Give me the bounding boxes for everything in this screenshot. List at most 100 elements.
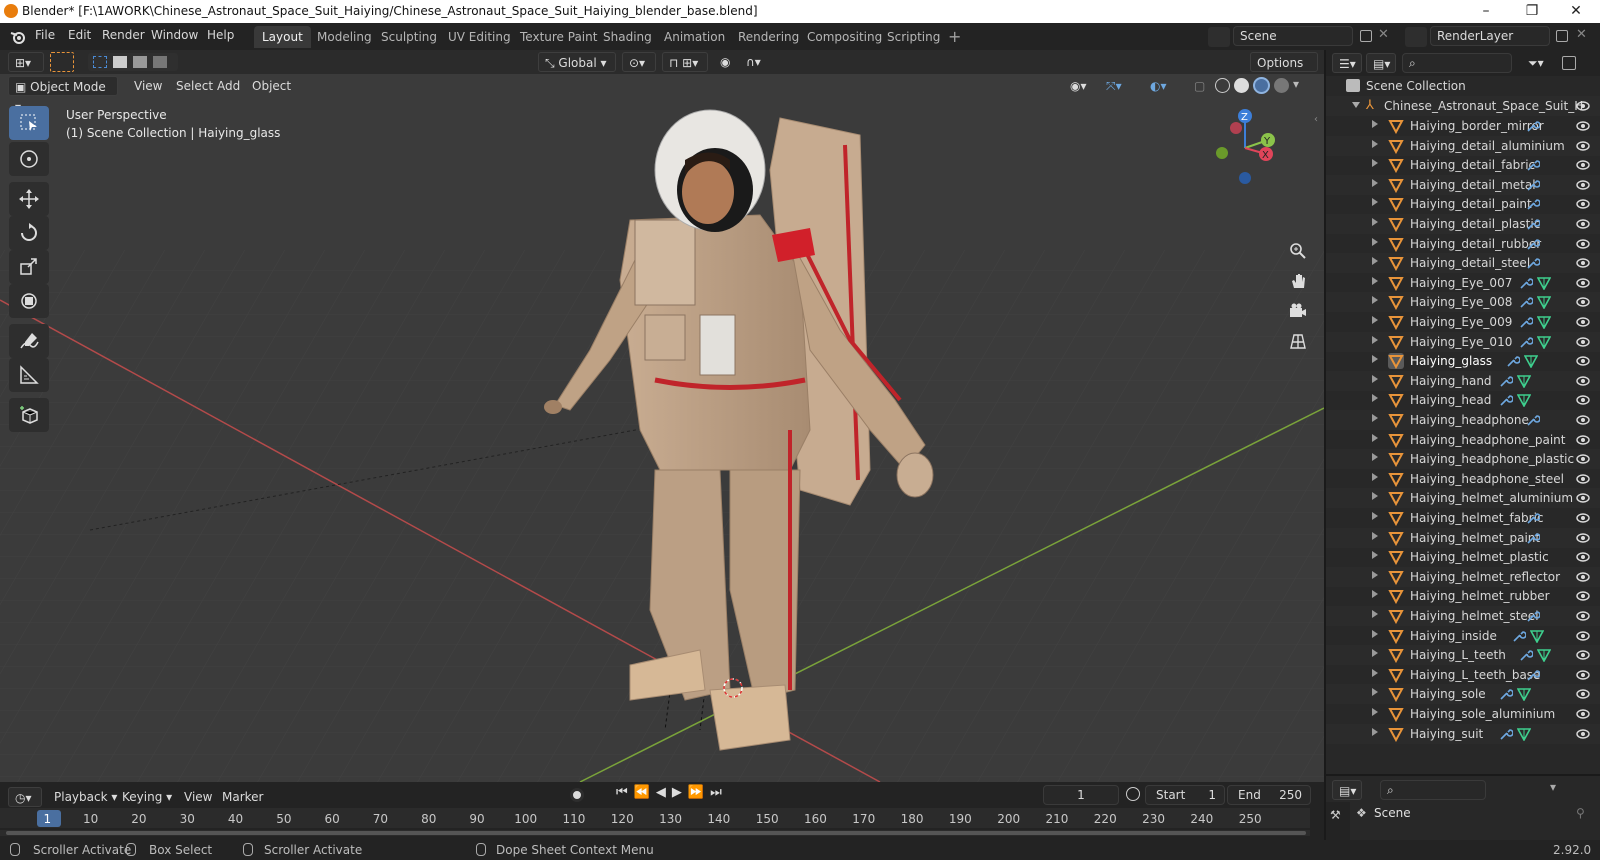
- timeline-editor-type-button[interactable]: ◷▾: [8, 787, 42, 807]
- tab-texture-paint[interactable]: Texture Paint: [512, 26, 605, 48]
- menu-file[interactable]: File: [35, 28, 55, 42]
- tool-cursor[interactable]: [9, 142, 49, 176]
- expand-arrow-icon[interactable]: [1372, 335, 1378, 344]
- modifier-wrench-icon[interactable]: [1499, 687, 1514, 701]
- scene-name-field[interactable]: Scene: [1233, 26, 1353, 46]
- modifier-wrench-icon[interactable]: [1526, 413, 1540, 427]
- camera-view-button[interactable]: [1284, 298, 1312, 324]
- modifier-wrench-icon[interactable]: [1506, 354, 1520, 368]
- transform-orientation-dropdown[interactable]: ⤡ Global ▾: [538, 52, 616, 72]
- stopwatch-icon[interactable]: [1126, 787, 1140, 801]
- select-tool-icon[interactable]: [50, 52, 74, 72]
- eye-icon[interactable]: [1576, 198, 1590, 210]
- eye-icon[interactable]: [1576, 610, 1590, 622]
- expand-arrow-icon[interactable]: [1372, 316, 1378, 324]
- outliner-item[interactable]: Haiying_detail_plastic: [1326, 214, 1600, 234]
- zoom-button[interactable]: [1284, 238, 1312, 264]
- mesh-data-icon[interactable]: [1530, 629, 1545, 643]
- outliner-item[interactable]: Haiying_Eye_007: [1326, 273, 1600, 293]
- modifier-wrench-icon[interactable]: [1526, 119, 1540, 133]
- scene-browse-icon[interactable]: [1208, 27, 1230, 47]
- outliner-item[interactable]: Haiying_headphone_steel: [1326, 469, 1600, 489]
- outliner-search-input[interactable]: ⌕: [1402, 53, 1512, 73]
- add-workspace-icon[interactable]: +: [948, 27, 961, 46]
- tool-measure[interactable]: [9, 358, 49, 392]
- outliner-item[interactable]: Haiying_sole_aluminium: [1326, 704, 1600, 724]
- expand-arrow-icon[interactable]: [1372, 629, 1378, 638]
- mesh-data-icon[interactable]: [1537, 295, 1551, 310]
- outliner-item[interactable]: Haiying_helmet_rubber: [1326, 586, 1600, 606]
- eye-icon[interactable]: [1576, 434, 1590, 446]
- modifier-wrench-icon[interactable]: [1526, 197, 1540, 211]
- modifier-wrench-icon[interactable]: [1499, 374, 1514, 388]
- outliner-item[interactable]: Haiying_helmet_plastic: [1326, 547, 1600, 567]
- view-layer-browse-icon[interactable]: [1405, 27, 1427, 47]
- outliner-item[interactable]: Haiying_hand: [1326, 370, 1600, 391]
- modifier-wrench-icon[interactable]: [1526, 178, 1540, 192]
- eye-icon[interactable]: [1576, 532, 1590, 544]
- outliner-item[interactable]: Haiying_headphone_plastic: [1326, 449, 1600, 470]
- viewport-3d[interactable]: ⊞▾ ⤡ Global ▾ ⊙▾ ⊓ ⊞▾ ◉ ∩▾ Options ▾ ▣ O…: [0, 50, 1324, 782]
- outliner-item[interactable]: Haiying_helmet_reflector: [1326, 566, 1600, 587]
- outliner-item[interactable]: Haiying_suit: [1326, 723, 1600, 744]
- modifier-wrench-icon[interactable]: [1526, 158, 1540, 172]
- overlays-toggle-icon[interactable]: ◐▾: [1144, 76, 1173, 96]
- tool-rotate[interactable]: [9, 216, 49, 250]
- delete-scene-icon[interactable]: ✕: [1378, 27, 1389, 42]
- eye-icon[interactable]: [1576, 238, 1590, 250]
- outliner-item[interactable]: Haiying_glass: [1326, 351, 1600, 371]
- modifier-wrench-icon[interactable]: [1526, 511, 1540, 525]
- editor-type-button[interactable]: ⊞▾: [8, 52, 44, 72]
- falloff-dropdown[interactable]: ∩▾: [740, 52, 770, 72]
- eye-icon[interactable]: [1576, 453, 1590, 465]
- eye-icon[interactable]: [1576, 218, 1590, 230]
- eye-icon[interactable]: [1576, 120, 1590, 132]
- end-frame-field[interactable]: End 250: [1227, 785, 1311, 805]
- expand-arrow-icon[interactable]: [1372, 590, 1378, 599]
- expand-arrow-icon[interactable]: [1372, 531, 1378, 540]
- eye-icon[interactable]: [1576, 669, 1590, 681]
- start-frame-field[interactable]: Start 1: [1145, 785, 1225, 805]
- timeline-scrollbar[interactable]: [0, 830, 1310, 836]
- display-mode-button[interactable]: ▤▾: [1366, 53, 1396, 73]
- eye-icon[interactable]: [1576, 551, 1590, 563]
- minimize-button[interactable]: –: [1463, 1, 1509, 23]
- expand-arrow-icon[interactable]: [1372, 218, 1378, 226]
- mesh-data-icon[interactable]: [1537, 276, 1551, 290]
- outliner-scene-collection[interactable]: Scene Collection: [1326, 76, 1600, 96]
- menu-playback[interactable]: Playback ▾: [48, 787, 123, 807]
- pin-icon[interactable]: ⚲: [1576, 806, 1585, 820]
- mesh-data-icon[interactable]: [1517, 727, 1532, 741]
- eye-icon[interactable]: [1576, 649, 1590, 661]
- mesh-data-icon[interactable]: [1517, 374, 1532, 388]
- eye-icon[interactable]: [1576, 492, 1590, 504]
- menu-render[interactable]: Render: [102, 28, 145, 42]
- modifier-wrench-icon[interactable]: [1512, 629, 1527, 643]
- expand-arrow-icon[interactable]: [1372, 492, 1378, 501]
- delete-view-layer-icon[interactable]: ✕: [1576, 27, 1587, 42]
- blender-menu-icon[interactable]: [10, 29, 26, 45]
- expand-arrow-icon[interactable]: [1372, 610, 1378, 618]
- new-view-layer-icon[interactable]: [1556, 30, 1568, 42]
- expand-arrow-icon[interactable]: [1372, 198, 1378, 207]
- eye-icon[interactable]: [1576, 336, 1590, 348]
- outliner-item[interactable]: Haiying_sole: [1326, 684, 1600, 705]
- expand-arrow-icon[interactable]: [1372, 727, 1378, 736]
- menu-window[interactable]: Window: [151, 28, 198, 42]
- mesh-data-icon[interactable]: [1517, 687, 1532, 702]
- tool-annotate[interactable]: [9, 324, 49, 358]
- expand-arrow-icon[interactable]: [1372, 472, 1378, 481]
- modifier-wrench-icon[interactable]: [1519, 648, 1533, 662]
- menu-object[interactable]: Object: [246, 76, 297, 96]
- expand-arrow-icon[interactable]: [1372, 453, 1378, 462]
- shading-options-icon[interactable]: ▾: [1293, 77, 1299, 91]
- modifier-wrench-icon[interactable]: [1526, 256, 1540, 270]
- eye-icon[interactable]: [1576, 355, 1590, 367]
- menu-timeline-view[interactable]: View: [178, 787, 218, 807]
- maximize-button[interactable]: ❐: [1509, 1, 1555, 23]
- eye-icon[interactable]: [1576, 688, 1590, 700]
- menu-add[interactable]: Add: [211, 76, 246, 96]
- outliner-item[interactable]: Haiying_headphone_paint: [1326, 430, 1600, 450]
- filter-icon[interactable]: ⏷▾: [1522, 53, 1550, 73]
- menu-view[interactable]: View: [128, 76, 168, 96]
